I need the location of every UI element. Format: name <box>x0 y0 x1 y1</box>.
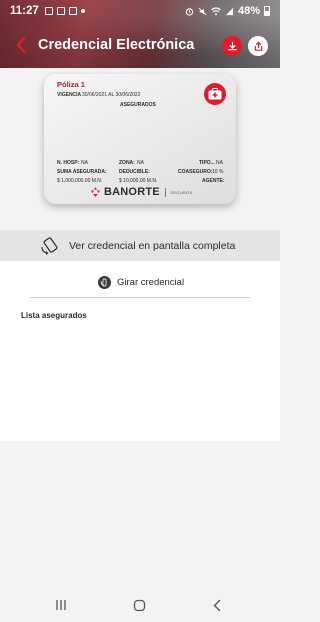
suma-asegurada-value: $ 1,000,000.00 M.N. <box>57 178 103 184</box>
news-icon <box>68 7 77 15</box>
back-chevron-icon <box>213 599 221 611</box>
divider <box>30 297 250 298</box>
tipo-label: TIPO... <box>199 160 215 166</box>
page-title: Credencial Electrónica <box>38 37 195 53</box>
banorte-subbrand: SEGUROS <box>170 189 193 195</box>
n-hosp-value: NA <box>81 160 88 166</box>
battery-icon <box>264 6 270 16</box>
insured-list-title: Lista asegurados <box>21 311 87 320</box>
back-button[interactable] <box>4 30 38 60</box>
fullscreen-label: Ver credencial en pantalla completa <box>69 239 236 252</box>
notification-icons <box>44 7 85 15</box>
main-content: Girar credencial Lista asegurados <box>0 261 280 441</box>
banorte-logo: BANORTE SEGUROS <box>90 186 193 198</box>
deducible-value: $ 10,000.00 M.N. <box>119 178 158 184</box>
mute-icon <box>198 7 207 15</box>
medical-kit-button[interactable] <box>204 83 226 105</box>
zona-label: ZONA: <box>119 160 135 166</box>
fullscreen-credential-button[interactable]: Ver credencial en pantalla completa <box>0 230 280 261</box>
deducible-label: DEDUCIBLE: <box>119 169 150 175</box>
banorte-brand: BANORTE <box>104 186 160 198</box>
tipo-value: NA <box>216 160 223 166</box>
agente-label: AGENTE: <box>202 178 225 184</box>
gallery-icon <box>56 7 65 15</box>
vigencia-value: 30/06/2021 AL 30/06/2022 <box>82 92 141 98</box>
home-icon <box>133 599 145 611</box>
asegurados-label: ASEGURADOS <box>120 102 156 108</box>
empty-area <box>0 441 280 589</box>
app-header: 11:27 48% Credencial Electrónica <box>0 0 280 68</box>
insurance-credential-card[interactable]: Póliza 1 VIGENCIA 30/06/2021 AL 30/06/20… <box>44 74 236 204</box>
n-hosp-label: N. HOSP: <box>57 160 80 166</box>
download-icon <box>227 41 237 50</box>
system-back-button[interactable] <box>209 598 225 612</box>
zona-value: NA <box>137 160 144 166</box>
medical-kit-icon <box>208 88 222 100</box>
coaseguro-label: COASEGURO: <box>178 169 213 175</box>
system-icons: 48% <box>185 5 270 17</box>
wifi-icon <box>211 6 221 15</box>
rotate-card-glyph <box>100 278 107 287</box>
rotate-phone-icon <box>41 236 58 255</box>
rotate-credential-label: Girar credencial <box>117 277 185 288</box>
suma-asegurada-label: SUMA ASEGURADA: <box>57 169 107 175</box>
alarm-icon <box>185 7 194 16</box>
download-button[interactable] <box>222 36 242 56</box>
status-bar: 11:27 48% <box>0 0 280 22</box>
vigencia-label: VIGENCIA <box>57 92 82 98</box>
recent-apps-button[interactable] <box>53 598 69 612</box>
system-navigation-bar <box>0 589 280 622</box>
rotate-icon <box>98 276 111 289</box>
share-button[interactable] <box>248 36 268 56</box>
recent-apps-icon <box>56 600 66 610</box>
status-time: 11:27 <box>10 5 39 17</box>
notification-icon <box>44 7 53 15</box>
home-button[interactable] <box>131 598 147 612</box>
more-notifications-icon <box>80 9 85 13</box>
poliza-number: Póliza 1 <box>57 80 85 89</box>
rotate-credential-button[interactable]: Girar credencial <box>98 276 184 289</box>
back-arrow-icon <box>16 37 26 53</box>
signal-icon <box>225 7 234 15</box>
share-icon <box>254 40 262 51</box>
coaseguro-value: 10 % <box>212 169 224 175</box>
banorte-emblem-icon <box>91 187 100 197</box>
battery-percentage: 48% <box>237 5 260 17</box>
logo-divider <box>164 187 166 197</box>
